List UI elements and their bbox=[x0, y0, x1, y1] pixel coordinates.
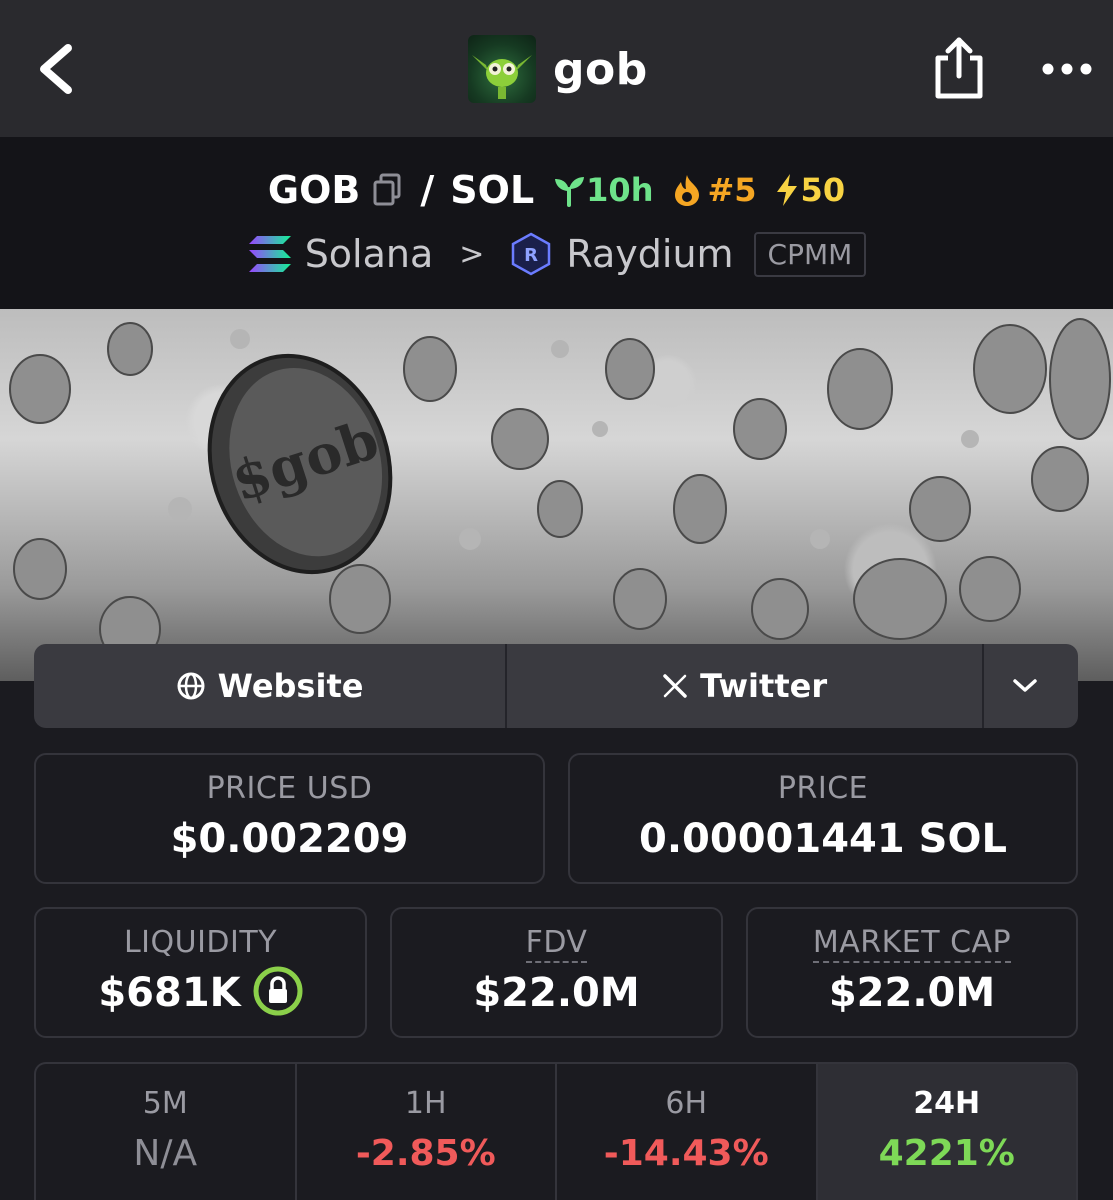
market-cap-label[interactable]: MARKET CAP bbox=[812, 925, 1012, 963]
tab-5m-value: N/A bbox=[133, 1133, 198, 1174]
tab-1h[interactable]: 1H -2.85% bbox=[297, 1064, 557, 1200]
market-cap-card: MARKET CAP $22.0M bbox=[746, 907, 1078, 1038]
chevron-left-icon bbox=[40, 44, 72, 94]
website-button[interactable]: Website bbox=[34, 644, 508, 728]
quote-symbol: SOL bbox=[450, 168, 535, 212]
fdv-value: $22.0M bbox=[473, 970, 640, 1016]
twitter-label: Twitter bbox=[700, 667, 828, 705]
share-button[interactable] bbox=[930, 36, 988, 102]
fdv-label-wrap: FDV bbox=[392, 925, 721, 963]
pair-header bbox=[0, 137, 1113, 309]
boost-count-value: 50 bbox=[800, 171, 846, 209]
more-dots-icon bbox=[1042, 63, 1092, 75]
solana-icon bbox=[248, 236, 291, 272]
market-cap-label-wrap: MARKET CAP bbox=[748, 925, 1076, 963]
price-native-card: PRICE 0.00001441 SOL bbox=[568, 753, 1078, 884]
copy-icon[interactable] bbox=[372, 173, 402, 207]
tab-5m-label: 5M bbox=[142, 1086, 188, 1121]
price-native-value: 0.00001441 SOL bbox=[639, 816, 1007, 862]
pair-age: 10h bbox=[552, 171, 653, 209]
price-native-label: PRICE bbox=[777, 771, 869, 806]
fire-icon bbox=[675, 175, 700, 206]
market-cap-value: $22.0M bbox=[828, 970, 996, 1016]
boost-count: 50 bbox=[775, 171, 846, 209]
pair-separator: / bbox=[420, 168, 435, 212]
seedling-icon bbox=[555, 177, 585, 207]
price-change-tabs: 5M N/A 1H -2.85% 6H -14.43% 24H 4221% bbox=[34, 1062, 1078, 1200]
tab-6h[interactable]: 6H -14.43% bbox=[557, 1064, 818, 1200]
tab-1h-label: 1H bbox=[404, 1086, 447, 1121]
pool-type-badge: CPMM bbox=[753, 231, 867, 277]
goblin-avatar-icon bbox=[472, 55, 532, 99]
price-usd-label: PRICE USD bbox=[206, 771, 373, 806]
website-label: Website bbox=[217, 667, 364, 705]
links-bar: Website Twitter bbox=[34, 644, 1078, 728]
globe-icon bbox=[177, 672, 205, 700]
trending-rank: #5 bbox=[671, 171, 757, 209]
tab-6h-value: -14.43% bbox=[603, 1133, 769, 1174]
lightning-icon bbox=[776, 174, 797, 206]
top-nav-bar: gob bbox=[0, 0, 1113, 137]
tab-24h-label: 24H bbox=[913, 1086, 981, 1121]
price-usd-card: PRICE USD $0.002209 bbox=[34, 753, 545, 884]
liquidity-label: LIQUIDITY bbox=[123, 925, 278, 960]
chevron-right-icon: > bbox=[459, 236, 485, 272]
raydium-icon: R bbox=[512, 232, 551, 276]
twitter-button[interactable]: Twitter bbox=[507, 644, 985, 728]
tab-1h-value: -2.85% bbox=[355, 1133, 496, 1174]
coins-banner-art: $gob bbox=[9, 318, 1111, 662]
liquidity-value: $681K bbox=[98, 970, 241, 1016]
more-links-dropdown[interactable] bbox=[984, 644, 1078, 728]
svg-text:R: R bbox=[524, 245, 538, 266]
dex-name[interactable]: Raydium bbox=[566, 232, 733, 276]
pair-age-value: 10h bbox=[586, 171, 654, 209]
fdv-label[interactable]: FDV bbox=[525, 925, 588, 963]
token-title: gob bbox=[468, 34, 648, 104]
fdv-card: FDV $22.0M bbox=[390, 907, 723, 1038]
chain-dex-row: Solana > R Raydium CPMM bbox=[0, 228, 1113, 280]
trending-rank-value: #5 bbox=[707, 171, 757, 209]
liquidity-value-row: $681K bbox=[36, 966, 365, 1016]
base-symbol: GOB bbox=[267, 168, 361, 212]
liquidity-card: LIQUIDITY $681K bbox=[34, 907, 367, 1038]
pair-title-row: GOB / SOL 10h #5 50 bbox=[0, 165, 1113, 215]
token-avatar bbox=[468, 35, 536, 103]
price-usd-value: $0.002209 bbox=[170, 816, 409, 862]
more-options-button[interactable] bbox=[1040, 52, 1094, 86]
back-button[interactable] bbox=[30, 38, 90, 100]
lock-icon[interactable] bbox=[253, 966, 303, 1016]
tab-24h-value: 4221% bbox=[878, 1133, 1015, 1174]
page-title: gob bbox=[553, 43, 648, 95]
chevron-down-icon bbox=[1013, 679, 1037, 692]
share-icon bbox=[935, 37, 983, 99]
tab-24h[interactable]: 24H 4221% bbox=[817, 1064, 1076, 1200]
token-banner-image: $gob bbox=[0, 309, 1113, 681]
chain-name[interactable]: Solana bbox=[305, 232, 434, 276]
tab-5m[interactable]: 5M N/A bbox=[36, 1064, 297, 1200]
x-logo-icon bbox=[663, 674, 687, 698]
tab-6h-label: 6H bbox=[665, 1086, 708, 1121]
